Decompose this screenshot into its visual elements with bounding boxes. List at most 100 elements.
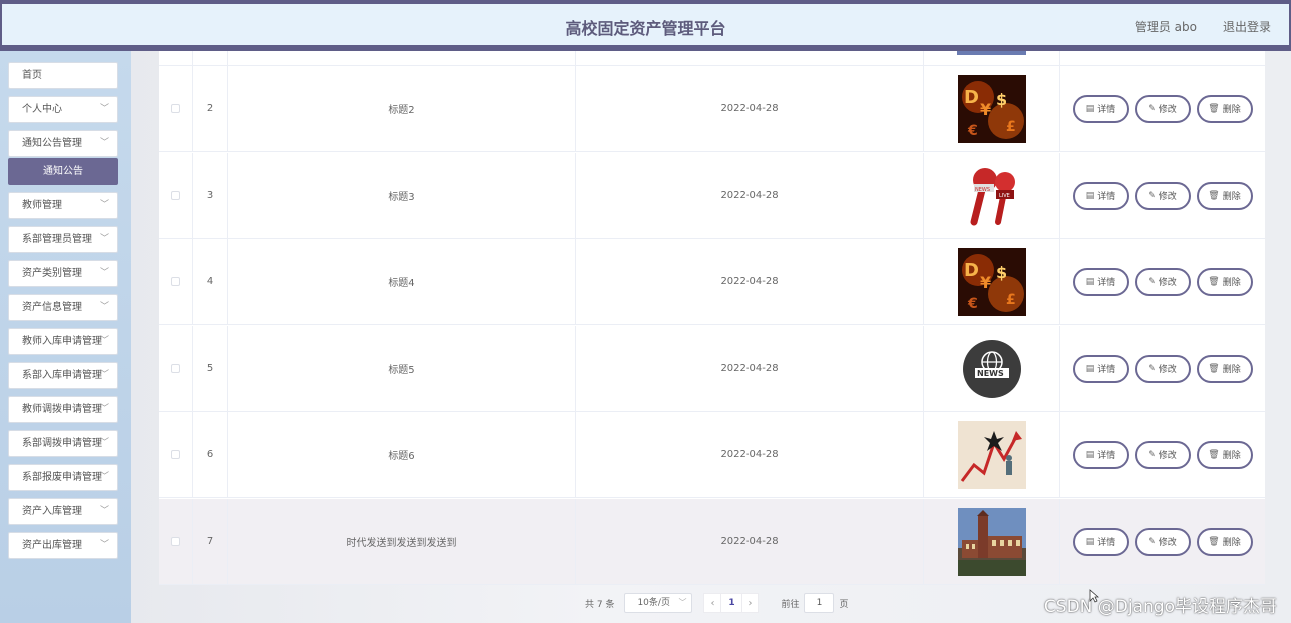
edit-button[interactable]: ✎ 修改 (1134, 94, 1191, 123)
chevron-down-icon: ﹀ (99, 370, 109, 380)
sidebar-item-asset-info[interactable]: 资产信息管理 ﹀ (8, 294, 118, 321)
sidebar-item-department-admin[interactable]: 系部管理员管理 ﹀ (8, 226, 118, 253)
detail-button[interactable]: ▤ 详情 (1072, 94, 1129, 123)
row-checkbox[interactable] (171, 104, 180, 113)
row-date: 2022-04-28 (720, 103, 779, 114)
notice-table: 2 标题2 2022-04-28 D ¥ $ £ € ▤ 详情 ✎ 修改 🗑 删除 3… (159, 51, 1265, 585)
chevron-down-icon: ﹀ (99, 404, 109, 414)
sidebar-item-label: 教师管理 (22, 200, 62, 211)
app-header: 高校固定资产管理平台 管理员 abo 退出登录 (0, 4, 1291, 47)
row-index: 2 (206, 103, 214, 114)
sidebar-item-teacher-management[interactable]: 教师管理 ﹀ (8, 192, 118, 219)
document-icon: ▤ (1085, 190, 1095, 201)
row-checkbox[interactable] (171, 277, 180, 286)
row-date: 2022-04-28 (720, 190, 779, 201)
sidebar-item-notice-management[interactable]: 通知公告管理 ﹀ (8, 130, 118, 157)
sidebar-item-label: 系部报废申请管理 (22, 472, 102, 483)
sidebar-item-department-stock-in[interactable]: 系部入库申请管理 ﹀ (8, 362, 118, 389)
sidebar-item-label: 教师调拨申请管理 (22, 404, 102, 415)
svg-text:D: D (964, 87, 979, 108)
detail-button[interactable]: ▤ 详情 (1072, 527, 1129, 556)
svg-text:€: € (967, 296, 978, 312)
table-row: 6 标题6 2022-04-28 ▤ 详情 ✎ 修改 🗑 删除 (159, 412, 1265, 498)
row-title: 标题5 (388, 365, 415, 376)
chevron-down-icon: ﹀ (99, 200, 109, 210)
detail-button[interactable]: ▤ 详情 (1072, 354, 1129, 383)
delete-button[interactable]: 🗑 删除 (1196, 94, 1253, 123)
sidebar-item-teacher-transfer[interactable]: 教师调拨申请管理 ﹀ (8, 396, 118, 423)
prev-page-button[interactable]: ‹ (703, 593, 722, 613)
chevron-down-icon: ﹀ (99, 268, 109, 278)
current-page[interactable]: 1 (721, 593, 742, 613)
row-date: 2022-04-28 (720, 276, 779, 287)
pencil-icon: ✎ (1148, 103, 1156, 114)
sidebar-item-department-scrap[interactable]: 系部报废申请管理 ﹀ (8, 464, 118, 491)
sidebar-item-label: 资产出库管理 (22, 540, 82, 551)
edit-button[interactable]: ✎ 修改 (1134, 527, 1191, 556)
edit-button[interactable]: ✎ 修改 (1134, 181, 1191, 210)
pencil-icon: ✎ (1148, 449, 1156, 460)
row-checkbox[interactable] (171, 450, 180, 459)
pencil-icon: ✎ (1148, 536, 1156, 547)
chevron-down-icon: ﹀ (99, 540, 109, 550)
sidebar-item-personal-center[interactable]: 个人中心 ﹀ (8, 96, 118, 123)
row-checkbox[interactable] (171, 537, 180, 546)
row-checkbox[interactable] (171, 364, 180, 373)
row-index: 6 (206, 449, 214, 460)
sidebar-item-asset-stock-in[interactable]: 资产入库管理 ﹀ (8, 498, 118, 525)
row-index: 7 (206, 536, 214, 547)
delete-button[interactable]: 🗑 删除 (1196, 527, 1253, 556)
svg-text:€: € (967, 123, 978, 139)
delete-button[interactable]: 🗑 删除 (1196, 267, 1253, 296)
delete-button[interactable]: 🗑 删除 (1196, 440, 1253, 469)
sidebar-item-label: 资产信息管理 (22, 302, 82, 313)
detail-button[interactable]: ▤ 详情 (1072, 440, 1129, 469)
trash-icon: 🗑 (1208, 190, 1220, 201)
sidebar-item-department-transfer[interactable]: 系部调拨申请管理 ﹀ (8, 430, 118, 457)
delete-button[interactable]: 🗑 删除 (1196, 181, 1253, 210)
mouse-cursor-icon (1089, 589, 1099, 603)
edit-button[interactable]: ✎ 修改 (1134, 440, 1191, 469)
detail-button[interactable]: ▤ 详情 (1072, 181, 1129, 210)
sidebar-item-label: 系部入库申请管理 (22, 370, 102, 381)
logout-link[interactable]: 退出登录 (1223, 18, 1271, 35)
page-size-select[interactable]: 10条/页 ﹀ (624, 593, 693, 613)
document-icon: ▤ (1085, 536, 1095, 547)
app-title: 高校固定资产管理平台 (565, 19, 726, 38)
row-index: 4 (206, 276, 214, 287)
row-title: 标题3 (388, 192, 415, 203)
news-globe-image: NEWS (957, 334, 1026, 403)
sidebar-item-notice[interactable]: 通知公告 (8, 158, 118, 185)
row-title: 标题2 (388, 105, 415, 116)
row-title: 时代发送到发送到发送到 (346, 538, 457, 549)
pencil-icon: ✎ (1148, 363, 1156, 374)
edit-button[interactable]: ✎ 修改 (1134, 267, 1191, 296)
next-page-button[interactable]: › (741, 593, 760, 613)
table-row: 7 时代发送到发送到发送到 2022-04-28 ▤ 详情 ✎ 修改 🗑 删除 (159, 499, 1265, 585)
sidebar-item-home[interactable]: 首页 (8, 62, 118, 89)
sidebar-item-teacher-stock-in[interactable]: 教师入库申请管理 ﹀ (8, 328, 118, 355)
svg-text:¥: ¥ (980, 100, 991, 119)
pencil-icon: ✎ (1148, 190, 1156, 201)
edit-button[interactable]: ✎ 修改 (1134, 354, 1191, 383)
svg-text:NEWS: NEWS (975, 187, 990, 193)
money-image: D ¥ $ £ € (957, 74, 1026, 143)
row-title: 标题4 (388, 278, 415, 289)
svg-text:LIVE: LIVE (999, 193, 1010, 199)
detail-button[interactable]: ▤ 详情 (1072, 267, 1129, 296)
sidebar-item-asset-stock-out[interactable]: 资产出库管理 ﹀ (8, 532, 118, 559)
delete-button[interactable]: 🗑 删除 (1196, 354, 1253, 383)
microphone-image: NEWS LIVE (957, 161, 1026, 230)
row-title: 标题6 (388, 451, 415, 462)
table-row: 5 标题5 2022-04-28 NEWS ▤ 详情 ✎ 修改 🗑 删除 (159, 326, 1265, 412)
document-icon: ▤ (1085, 449, 1095, 460)
goto-page-input[interactable]: 1 (804, 593, 835, 613)
sidebar-item-label: 系部调拨申请管理 (22, 438, 102, 449)
row-checkbox[interactable] (171, 191, 180, 200)
chevron-down-icon: ﹀ (99, 138, 109, 148)
chevron-down-icon: ﹀ (99, 336, 109, 346)
total-count: 共 7 条 (585, 599, 615, 610)
sidebar-item-asset-category[interactable]: 资产类别管理 ﹀ (8, 260, 118, 287)
partial-image-strip (957, 51, 1026, 55)
svg-text:¥: ¥ (980, 273, 991, 292)
